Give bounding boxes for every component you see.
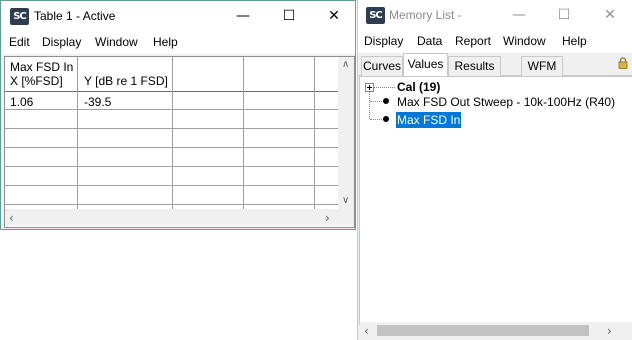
grid-line [77,57,78,209]
scroll-right-arrow[interactable]: › [607,324,612,338]
bullet-icon [383,98,389,104]
app-icon: SC [10,8,29,25]
scroll-down-arrow[interactable]: ∨ [342,195,349,206]
scroll-left-arrow[interactable]: ‹ [364,324,369,338]
table-window-title: Table 1 - Active [34,9,116,23]
column-header-x-line2[interactable]: X [%FSD] [10,74,63,88]
close-button[interactable]: ✕ [311,1,357,32]
menu-data[interactable]: Data [417,34,442,48]
menu-help[interactable]: Help [153,35,178,49]
minimize-button[interactable]: — [220,1,266,32]
menu-help[interactable]: Help [562,34,587,48]
table-menubar: Edit Display Window Help [1,32,355,54]
memory-list-window: SC Memory List - — ☐ ✕ Display Data Repo… [357,0,632,340]
scroll-up-arrow[interactable]: ∧ [342,59,349,70]
tree-item-stweep[interactable]: Max FSD Out Stweep - 10k-100Hz (R40) [397,95,615,109]
grid-line [172,57,173,209]
column-header-y-line2[interactable]: Y [dB re 1 FSD] [84,74,168,88]
lock-icon[interactable] [618,57,628,69]
menu-edit[interactable]: Edit [9,35,30,49]
table-cell-y[interactable]: -39.5 [84,95,111,109]
tree-connector [369,92,370,119]
memory-window-title: Memory List - [389,8,462,22]
horizontal-scrollbar[interactable]: ‹ › [360,322,632,339]
menu-display[interactable]: Display [364,34,403,48]
scroll-right-arrow[interactable]: › [325,211,330,225]
tree-connector [370,101,382,102]
menu-display[interactable]: Display [42,35,81,49]
tab-curves[interactable]: Curves [361,56,403,76]
menu-window[interactable]: Window [503,34,546,48]
table-cell-x[interactable]: 1.06 [10,95,33,109]
grid-line [314,57,315,209]
minimize-button[interactable]: — [496,0,542,31]
vertical-scrollbar[interactable]: ∧ ∨ [338,57,354,209]
data-table: Max FSD In X [%FSD] Y [dB re 1 FSD] 1.06… [4,56,355,228]
menu-report[interactable]: Report [455,34,491,48]
column-header-x-line1[interactable]: Max FSD In [10,60,73,74]
memory-window-titlebar[interactable]: SC Memory List - — ☐ ✕ [358,0,632,31]
tab-values[interactable]: Values [403,53,448,76]
app-icon: SC [366,7,385,24]
tree-connector [373,87,395,88]
table-window-titlebar[interactable]: SC Table 1 - Active — ☐ ✕ [1,1,355,32]
close-button[interactable]: ✕ [587,0,632,31]
maximize-button[interactable]: ☐ [266,1,312,32]
tree-item-selected[interactable]: Max FSD In [396,112,462,128]
memory-menubar: Display Data Report Window Help [358,31,632,53]
bullet-icon [383,116,389,122]
tab-results[interactable]: Results [448,56,501,76]
table-window: SC Table 1 - Active — ☐ ✕ Edit Display W… [0,0,356,230]
memory-tree: Cal (19) Max FSD Out Stweep - 10k-100Hz … [359,76,632,339]
horizontal-scrollbar[interactable]: ‹ › [5,209,354,226]
tab-wfm[interactable]: WFM [521,56,563,76]
tree-root-label[interactable]: Cal (19) [397,80,440,94]
grid-line [243,57,244,209]
menu-window[interactable]: Window [95,35,138,49]
tree-connector [370,119,382,120]
maximize-button[interactable]: ☐ [541,0,587,31]
scroll-left-arrow[interactable]: ‹ [9,211,14,225]
scroll-thumb[interactable] [377,325,589,336]
